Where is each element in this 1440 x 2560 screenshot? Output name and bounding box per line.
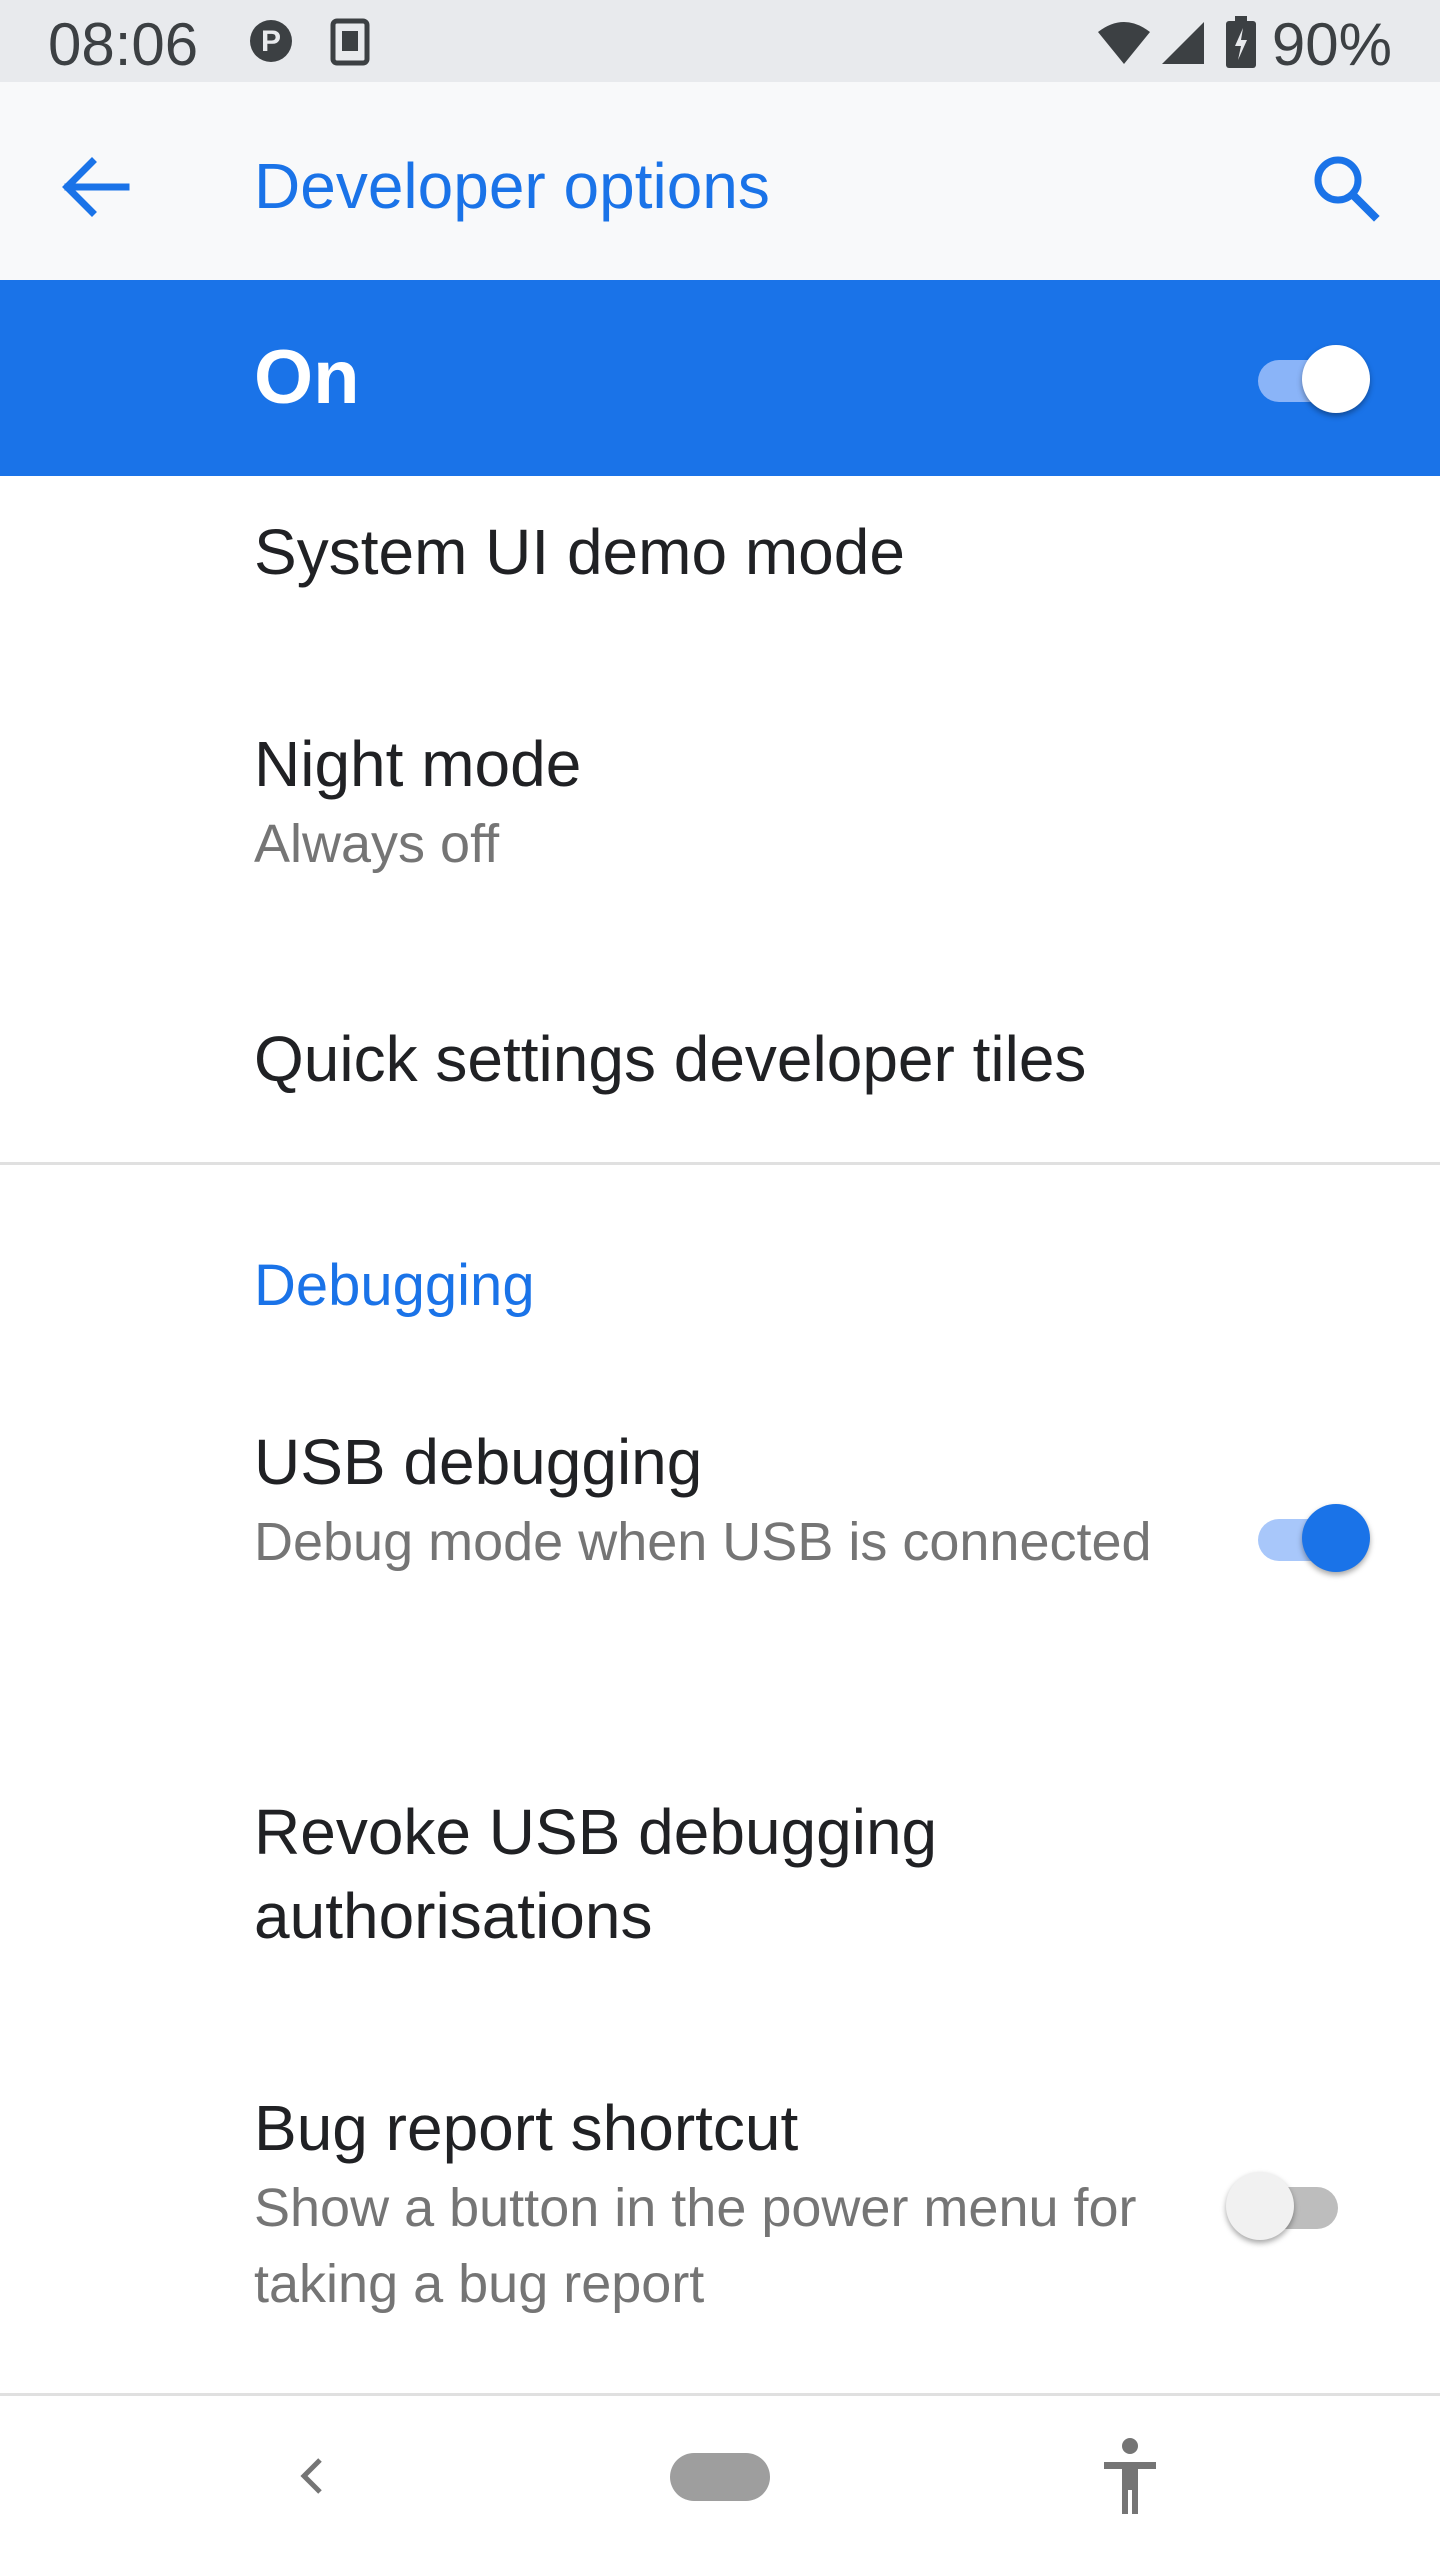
item-summary: Show a button in the power menu for taki… <box>254 2178 1137 2314</box>
parking-icon: P <box>248 18 294 69</box>
status-time: 08:06 <box>48 11 199 78</box>
back-button[interactable] <box>40 132 150 242</box>
nav-home-pill[interactable] <box>670 2453 770 2501</box>
signal-icon <box>1158 20 1206 71</box>
item-title: Quick settings developer tiles <box>254 1023 1087 1095</box>
wifi-icon <box>1096 20 1152 71</box>
item-title: System UI demo mode <box>254 516 905 588</box>
page-title: Developer options <box>254 150 770 222</box>
master-switch-toggle[interactable] <box>1250 343 1370 413</box>
list-item-bug-report-shortcut[interactable]: Bug report shortcut Show a button in the… <box>254 2086 1180 2322</box>
accessibility-icon <box>1104 2438 1156 2514</box>
item-title: Revoke USB debugging authorisations <box>254 1796 938 1952</box>
list-item-system-ui-demo-mode[interactable]: System UI demo mode <box>254 510 1440 594</box>
search-icon <box>1314 156 1380 222</box>
battery-percentage: 90% <box>1271 11 1392 78</box>
battery-icon <box>1226 16 1256 73</box>
toggle-thumb <box>1302 345 1370 413</box>
sim-icon <box>330 18 370 71</box>
search-button[interactable] <box>1290 132 1400 242</box>
svg-text:P: P <box>261 25 281 58</box>
item-title: Bug report shortcut <box>254 2092 799 2164</box>
master-switch-label: On <box>254 335 360 420</box>
category-header-debugging: Debugging <box>254 1253 535 1318</box>
bug-report-shortcut-toggle[interactable] <box>1226 2170 1346 2240</box>
nav-back-icon <box>300 2458 322 2494</box>
list-item-usb-debugging[interactable]: USB debugging Debug mode when USB is con… <box>254 1420 1180 1580</box>
item-title: USB debugging <box>254 1426 703 1498</box>
app-bar: Developer options <box>0 82 1440 280</box>
item-summary: Always off <box>254 814 500 874</box>
toggle-thumb <box>1302 1504 1370 1572</box>
arrow-left-icon <box>62 157 130 217</box>
toggle-thumb <box>1226 2172 1294 2240</box>
list-item-night-mode[interactable]: Night mode Always off <box>254 722 1440 882</box>
navigation-bar <box>0 2396 1440 2560</box>
item-summary: Debug mode when USB is connected <box>254 1512 1152 1572</box>
accessibility-button[interactable] <box>1090 2426 1170 2526</box>
nav-back-button[interactable] <box>280 2436 340 2516</box>
usb-debugging-toggle[interactable] <box>1250 1502 1370 1572</box>
master-switch-bar[interactable]: On <box>0 280 1440 476</box>
list-item-revoke-usb-authorisations[interactable]: Revoke USB debugging authorisations <box>254 1790 1180 1958</box>
status-bar: 08:06 P 90% <box>0 0 1440 82</box>
list-item-quick-settings-tiles[interactable]: Quick settings developer tiles <box>254 1017 1440 1101</box>
item-title: Night mode <box>254 728 582 800</box>
section-divider <box>0 1162 1440 1165</box>
